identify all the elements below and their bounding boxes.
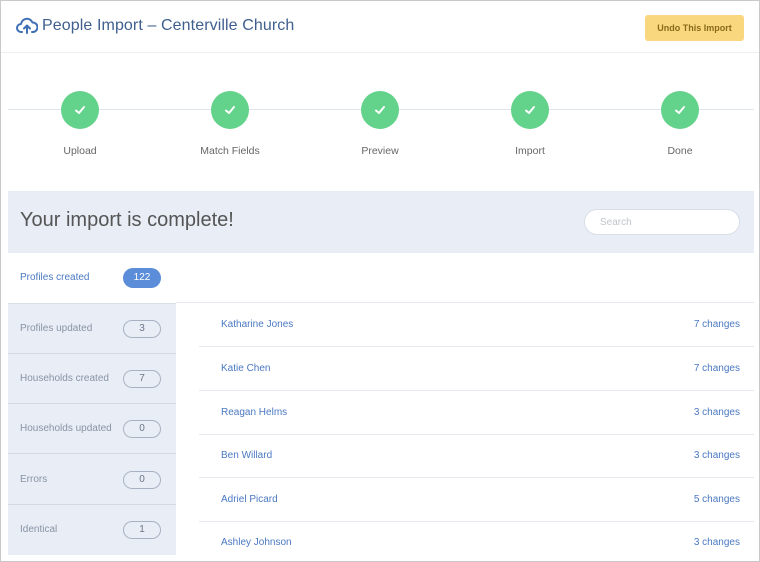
changes-link[interactable]: 3 changes <box>694 407 740 418</box>
person-name-link[interactable]: Katie Chen <box>221 363 270 374</box>
person-name-link[interactable]: Katharine Jones <box>221 319 293 330</box>
step-complete-icon <box>361 91 399 129</box>
changes-link[interactable]: 5 changes <box>694 494 740 505</box>
step-label: Done <box>667 145 693 157</box>
list-item[interactable]: Ashley Johnson 3 changes <box>199 521 754 561</box>
import-stepper: Upload Match Fields Preview Import Done <box>8 53 754 191</box>
tab-label: Profiles updated <box>20 323 93 334</box>
count-badge: 0 <box>123 471 161 489</box>
step-complete-icon <box>511 91 549 129</box>
step-complete-icon <box>211 91 249 129</box>
list-item[interactable]: Adriel Picard 5 changes <box>199 478 754 522</box>
tab-profiles-updated[interactable]: Profiles updated 3 <box>8 304 176 354</box>
changes-link[interactable]: 7 changes <box>694 319 740 330</box>
completion-banner: Your import is complete! <box>8 191 754 253</box>
step-match-fields: Match Fields <box>170 91 290 157</box>
step-complete-icon <box>61 91 99 129</box>
tab-profiles-created[interactable]: Profiles created 122 <box>8 253 176 303</box>
tab-identical[interactable]: Identical 1 <box>8 505 176 555</box>
tab-errors[interactable]: Errors 0 <box>8 455 176 505</box>
tab-label: Households created <box>20 373 109 384</box>
tab-households-updated[interactable]: Households updated 0 <box>8 404 176 454</box>
tab-label: Households updated <box>20 423 112 434</box>
step-import: Import <box>470 91 590 157</box>
changes-link[interactable]: 3 changes <box>694 537 740 548</box>
count-badge: 122 <box>123 268 161 288</box>
page-title: People Import – Centerville Church <box>42 17 295 34</box>
step-label: Preview <box>361 145 399 157</box>
people-list: Katharine Jones 7 changes Katie Chen 7 c… <box>199 303 754 559</box>
list-item[interactable]: Ben Willard 3 changes <box>199 434 754 478</box>
page-header: People Import – Centerville Church Undo … <box>1 1 759 53</box>
changes-link[interactable]: 3 changes <box>694 450 740 461</box>
count-badge: 3 <box>123 320 161 338</box>
step-done: Done <box>620 91 740 157</box>
search-input[interactable] <box>584 209 740 235</box>
step-complete-icon <box>661 91 699 129</box>
tab-label: Errors <box>20 474 48 485</box>
step-label: Import <box>515 145 545 157</box>
list-item[interactable]: Katie Chen 7 changes <box>199 347 754 391</box>
undo-import-button[interactable]: Undo This Import <box>645 15 744 41</box>
cloud-upload-icon <box>16 16 39 36</box>
step-label: Match Fields <box>200 145 260 157</box>
person-name-link[interactable]: Ashley Johnson <box>221 537 292 548</box>
tab-label: Identical <box>20 524 58 535</box>
person-name-link[interactable]: Ben Willard <box>221 450 272 461</box>
list-item[interactable]: Katharine Jones 7 changes <box>199 303 754 347</box>
person-name-link[interactable]: Reagan Helms <box>221 407 287 418</box>
completion-heading: Your import is complete! <box>20 209 234 231</box>
tab-households-created[interactable]: Households created 7 <box>8 354 176 404</box>
step-upload: Upload <box>20 91 140 157</box>
step-label: Upload <box>63 145 97 157</box>
count-badge: 0 <box>123 420 161 438</box>
import-window: People Import – Centerville Church Undo … <box>0 0 760 562</box>
tab-label: Profiles created <box>20 272 90 283</box>
count-badge: 1 <box>123 521 161 539</box>
list-item[interactable]: Reagan Helms 3 changes <box>199 391 754 435</box>
person-name-link[interactable]: Adriel Picard <box>221 494 278 505</box>
step-preview: Preview <box>320 91 440 157</box>
changes-link[interactable]: 7 changes <box>694 363 740 374</box>
count-badge: 7 <box>123 370 161 388</box>
results-sidebar: Profiles updated 3 Households created 7 … <box>8 303 176 555</box>
